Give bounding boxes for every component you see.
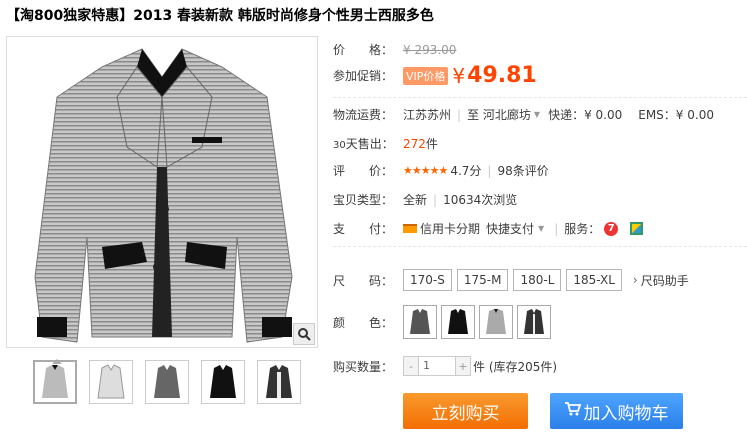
blazer-image: [34, 48, 293, 343]
product-main-image[interactable]: [6, 36, 318, 348]
thumbnail-3[interactable]: [145, 360, 189, 404]
price-label: 价 格：: [333, 43, 394, 57]
payment-label: 支 付：: [333, 222, 394, 236]
add-to-cart-button[interactable]: 加入购物车: [550, 393, 683, 429]
guarantee-icon[interactable]: [630, 222, 644, 235]
quantity-stepper: - 1 +: [403, 356, 471, 376]
credit-installment[interactable]: 信用卡分期: [420, 220, 480, 237]
size-label: 尺 码：: [333, 273, 394, 288]
divider: [333, 246, 747, 247]
cart-icon: [564, 401, 581, 421]
color-swatch-charcoal[interactable]: [517, 305, 551, 339]
separator: |: [433, 192, 438, 207]
currency-symbol: ¥: [452, 63, 466, 88]
size-row: 尺 码： 170-S 175-M 180-L 185-XL › 尺码助手: [333, 269, 689, 291]
color-row: 颜 色：: [333, 305, 555, 339]
promo-price: 49.81: [467, 63, 537, 88]
chevron-down-icon[interactable]: ▼: [534, 110, 540, 119]
ship-from: 江苏苏州: [403, 108, 452, 122]
separator: |: [487, 163, 492, 178]
color-swatch-light-gray[interactable]: [479, 305, 513, 339]
sales-count: 272: [403, 136, 426, 151]
stock-info: 件 (库存205件): [473, 359, 558, 374]
service-label: 服务：: [564, 222, 601, 236]
credit-card-icon: [403, 224, 417, 233]
thumbnail-2[interactable]: [89, 360, 133, 404]
original-price: ¥ 293.00: [403, 42, 457, 57]
size-helper-link[interactable]: 尺码助手: [641, 272, 689, 289]
quantity-increment-button[interactable]: +: [456, 357, 470, 375]
ship-to-select[interactable]: 河北廊坊: [483, 106, 531, 123]
color-label: 颜 色：: [333, 315, 394, 330]
size-option-180l[interactable]: 180-L: [513, 269, 562, 291]
thumbnail-list: [33, 359, 301, 404]
quantity-label: 购买数量：: [333, 359, 394, 374]
promo-row: 参加促销： VIP价格 ¥ 49.81: [333, 63, 537, 88]
quick-pay[interactable]: 快捷支付: [486, 220, 534, 237]
sales-label-prefix: 30: [333, 140, 346, 151]
rating-score: 4.7分: [450, 164, 482, 178]
add-to-cart-label: 加入购物车: [583, 403, 669, 424]
review-count[interactable]: 98条评价: [497, 162, 548, 179]
thumbnail-5[interactable]: [257, 360, 301, 404]
express-fee: 快递：¥ 0.00: [548, 108, 623, 122]
price-row: 价 格： ¥ 293.00: [333, 41, 456, 58]
sales-label: 天售出：: [345, 137, 394, 151]
quantity-row: 购买数量： - 1 + 件 (库存205件): [333, 356, 557, 376]
ship-to-prefix: 至: [467, 108, 480, 122]
payment-row: 支 付： 信用卡分期 快捷支付 ▼ | 服务： 7: [333, 220, 644, 237]
size-option-170s[interactable]: 170-S: [403, 269, 452, 291]
chevron-down-icon[interactable]: ▼: [538, 224, 544, 233]
separator: |: [457, 107, 462, 122]
divider: [333, 97, 747, 98]
color-swatch-black[interactable]: [441, 305, 475, 339]
size-option-175m[interactable]: 175-M: [456, 269, 509, 291]
zoom-icon[interactable]: [293, 323, 315, 345]
shipping-row: 物流运费： 江苏苏州 | 至 河北廊坊 ▼ 快递：¥ 0.00 EMS：¥ 0.…: [333, 106, 714, 123]
item-condition: 全新: [403, 193, 428, 207]
thumbnail-4[interactable]: [201, 360, 245, 404]
product-title: 【淘800独家特惠】2013 春装新款 韩版时尚修身个性男士西服多色: [6, 8, 434, 24]
view-count: 10634次浏览: [443, 193, 518, 207]
type-label: 宝贝类型：: [333, 193, 394, 207]
quantity-input[interactable]: 1: [418, 357, 456, 375]
chevron-right-icon: ›: [632, 273, 638, 287]
shipping-label: 物流运费：: [333, 108, 394, 122]
star-rating-icon: ★★★★★: [403, 164, 448, 177]
quantity-decrement-button[interactable]: -: [404, 357, 418, 375]
ems-fee: EMS：¥ 0.00: [638, 108, 714, 122]
rating-row: 评 价： ★★★★★ 4.7分 | 98条评价: [333, 162, 549, 179]
type-row: 宝贝类型： 全新 | 10634次浏览: [333, 191, 517, 208]
vip-badge: VIP价格: [403, 66, 449, 85]
color-swatch-gray-dark[interactable]: [403, 305, 437, 339]
rating-label: 评 价：: [333, 164, 394, 178]
thumbnail-1[interactable]: [33, 359, 77, 404]
seven-day-return-icon[interactable]: 7: [604, 221, 619, 236]
sales-unit: 件: [425, 137, 438, 151]
promo-label: 参加促销：: [333, 69, 394, 83]
buy-now-button[interactable]: 立刻购买: [403, 393, 528, 429]
size-option-185xl[interactable]: 185-XL: [566, 269, 622, 291]
sales-row: 30天售出： 272 件: [333, 135, 438, 152]
separator: |: [554, 221, 559, 236]
